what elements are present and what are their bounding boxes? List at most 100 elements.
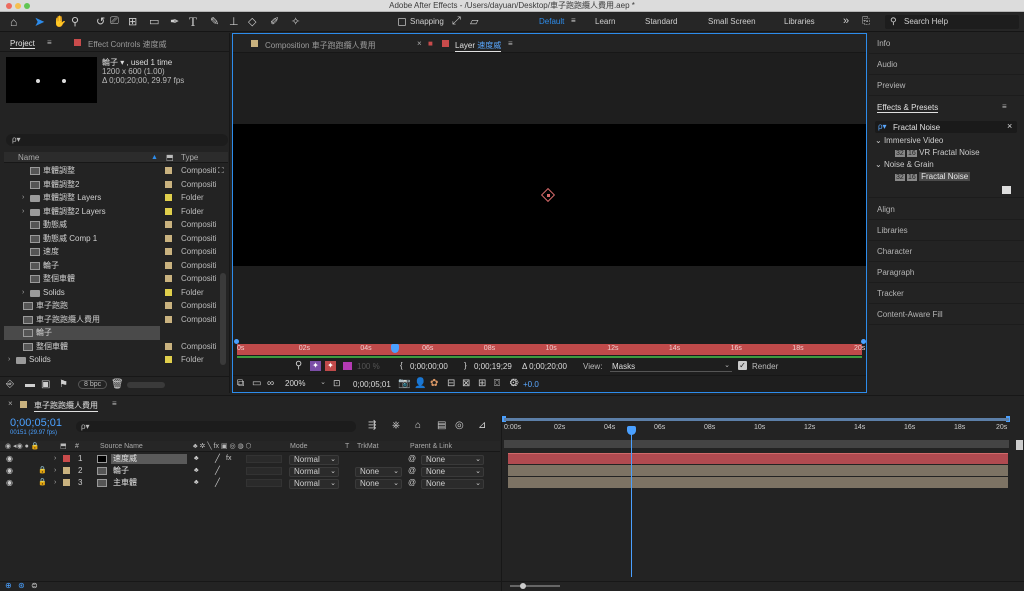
panel-audio[interactable]: Audio bbox=[869, 54, 1024, 75]
snap-option-icon[interactable]: ⤢ bbox=[452, 15, 461, 28]
selection-tool-icon[interactable]: ➤ bbox=[34, 14, 45, 30]
project-search-input[interactable]: ρ▾ bbox=[6, 134, 228, 146]
shy-switch-icon[interactable]: ♣ bbox=[194, 465, 199, 477]
fx-switch-icon[interactable]: fx bbox=[226, 453, 231, 465]
flowchart-icon[interactable]: ⛶ bbox=[218, 164, 224, 178]
timeline-playhead-line[interactable] bbox=[631, 427, 632, 577]
pick-whip-icon[interactable]: @ bbox=[408, 477, 416, 489]
trkmat-header[interactable]: TrkMat bbox=[357, 441, 379, 452]
layer-expand-icon[interactable]: › bbox=[54, 465, 56, 477]
project-list-item[interactable]: 動態威 Comp 1 Compositi bbox=[4, 232, 228, 246]
viewer-start-marker[interactable] bbox=[234, 339, 239, 344]
label-swatch[interactable] bbox=[165, 342, 172, 350]
toggle-switches-icon[interactable]: ⊕ bbox=[5, 581, 12, 590]
panel-align[interactable]: Align bbox=[869, 199, 1024, 220]
layer-switch-boxes[interactable] bbox=[246, 467, 282, 475]
workspace-default-menu-icon[interactable]: ≡ bbox=[571, 16, 576, 25]
layer-switch-boxes[interactable] bbox=[246, 479, 282, 487]
vr-goggles-icon[interactable]: ∞ bbox=[267, 378, 274, 389]
column-type-header[interactable]: Type bbox=[181, 152, 198, 163]
shy-layers-icon[interactable]: ⌂ bbox=[415, 420, 421, 431]
pan-behind-tool-icon[interactable]: ⊞ bbox=[128, 15, 137, 28]
layer-source-name[interactable]: 主車體 bbox=[111, 478, 187, 488]
home-icon[interactable]: ⌂ bbox=[10, 15, 17, 29]
panel-character[interactable]: Character bbox=[869, 241, 1024, 262]
clone-stamp-tool-icon[interactable]: ⊥ bbox=[229, 15, 239, 28]
project-list-item[interactable]: 車體調整2 Compositi bbox=[4, 178, 228, 192]
shy-switch-icon[interactable]: ♣ bbox=[194, 477, 199, 489]
in-point-timecode[interactable]: 0;00;00;00 bbox=[410, 362, 448, 371]
lock-icon[interactable]: 🔒 bbox=[38, 465, 47, 477]
timeline-current-time[interactable]: 0;00;05;01 bbox=[10, 417, 62, 429]
label-swatch[interactable] bbox=[165, 248, 172, 255]
rotate-tool-icon[interactable]: ↺ bbox=[96, 15, 105, 28]
video-eye-icon[interactable]: ◉ bbox=[6, 453, 13, 465]
source-name-header[interactable]: Source Name bbox=[100, 441, 143, 452]
layer-trkmat-dropdown[interactable]: None ⌄ bbox=[355, 478, 402, 489]
layer-label-swatch[interactable] bbox=[63, 467, 70, 474]
bpc-button[interactable]: 8 bpc bbox=[78, 380, 108, 389]
workspace-default[interactable]: Default bbox=[539, 17, 564, 26]
disclosure-triangle-icon[interactable]: › bbox=[22, 191, 24, 205]
layer-mode-dropdown[interactable]: Normal ⌄ bbox=[289, 466, 339, 477]
timeline-playhead-icon[interactable] bbox=[627, 426, 636, 435]
camera-tool-icon[interactable]: ⎚ bbox=[110, 15, 119, 28]
always-preview-icon[interactable]: ⧉ bbox=[237, 378, 244, 389]
exposure-reset-icon[interactable]: ⚙ bbox=[509, 378, 518, 389]
draft-3d-icon[interactable]: ⎈ bbox=[392, 420, 400, 431]
label-swatch[interactable] bbox=[165, 180, 172, 188]
layer-trkmat-dropdown[interactable]: None ⌄ bbox=[355, 466, 402, 477]
transparency-grid-icon[interactable]: ⊠ bbox=[462, 378, 470, 389]
render-checkbox[interactable]: ✓ bbox=[738, 361, 747, 370]
timeline-layer-bar[interactable] bbox=[508, 465, 1008, 476]
layer-parent-dropdown[interactable]: None ⌄ bbox=[421, 454, 484, 465]
layer-expand-icon[interactable]: › bbox=[54, 453, 56, 465]
graph-editor-icon[interactable]: ⊿ bbox=[478, 420, 486, 431]
layer-parent-dropdown[interactable]: None ⌄ bbox=[421, 478, 484, 489]
project-list-item[interactable]: 車子跑跑 Compositi bbox=[4, 299, 228, 313]
snapping-checkbox[interactable] bbox=[398, 18, 406, 26]
label-swatch[interactable] bbox=[165, 194, 172, 201]
project-list-item[interactable]: 整個車體 Compositi bbox=[4, 272, 228, 286]
effects-search-input[interactable]: ρ▾ Fractal Noise × bbox=[875, 121, 1017, 133]
puppet-tool-icon[interactable]: ✧ bbox=[291, 15, 300, 28]
effect-vr-fractal-noise[interactable]: 32 16 VR Fractal Noise bbox=[895, 148, 980, 157]
label-swatch[interactable] bbox=[165, 261, 172, 269]
layer-mode-dropdown[interactable]: Normal ⌄ bbox=[289, 478, 339, 489]
project-list-item[interactable]: 速度 Compositi bbox=[4, 245, 228, 259]
workspace-switch-icon[interactable]: ⎘ bbox=[862, 16, 870, 27]
quality-switch-icon[interactable]: ╱ bbox=[215, 477, 220, 489]
new-preset-icon[interactable] bbox=[1002, 186, 1011, 194]
label-swatch[interactable] bbox=[165, 207, 172, 215]
new-folder-icon[interactable]: ▬ bbox=[25, 379, 35, 390]
project-list-item[interactable]: › 車體調整2 Layers Folder bbox=[4, 205, 228, 219]
view-dropdown[interactable]: Masks ⌄ bbox=[610, 361, 732, 372]
effects-presets-menu-icon[interactable]: ≡ bbox=[1002, 102, 1007, 111]
label-swatch[interactable] bbox=[165, 221, 172, 228]
disclosure-triangle-icon[interactable]: › bbox=[22, 205, 24, 219]
more-workspaces-button[interactable]: » bbox=[843, 15, 849, 27]
layer-source-name[interactable]: 速度威 bbox=[111, 454, 187, 464]
motion-blur-icon[interactable]: ◎ bbox=[455, 420, 464, 431]
label-swatch[interactable] bbox=[165, 234, 172, 242]
workspace-libraries[interactable]: Libraries bbox=[784, 17, 815, 26]
project-list-item[interactable]: 動態威 Compositi bbox=[4, 218, 228, 232]
timeline-tab[interactable]: 車子跑跑纜人費用 bbox=[34, 400, 98, 412]
clear-search-icon[interactable]: × bbox=[1007, 121, 1012, 131]
layer-label-swatch[interactable] bbox=[63, 455, 70, 462]
quality-switch-icon[interactable]: ╱ bbox=[215, 465, 220, 477]
brush-tool-icon[interactable]: ✎ bbox=[210, 15, 219, 28]
project-list-item[interactable]: 整個車體 Compositi bbox=[4, 340, 228, 354]
category-immersive-video[interactable]: ⌄ Immersive Video bbox=[875, 136, 943, 145]
parent-link-header[interactable]: Parent & Link bbox=[410, 441, 452, 452]
project-horizontal-scrollbar[interactable] bbox=[127, 382, 165, 388]
roto-brush-tool-icon[interactable]: ✐ bbox=[270, 15, 279, 28]
timeline-tab-menu-icon[interactable]: ≡ bbox=[112, 399, 117, 408]
project-list-item[interactable]: 輪子 Compositi bbox=[4, 259, 228, 273]
layer-source-name[interactable]: 輪子 bbox=[111, 466, 187, 476]
mode-header[interactable]: Mode bbox=[290, 441, 308, 452]
eraser-tool-icon[interactable]: ◇ bbox=[248, 15, 256, 28]
show-snapshot-icon[interactable]: 👤 bbox=[414, 378, 426, 389]
disclosure-triangle-icon[interactable]: › bbox=[22, 286, 24, 300]
magnification-dropdown[interactable]: 200% ⌄ bbox=[285, 379, 328, 390]
